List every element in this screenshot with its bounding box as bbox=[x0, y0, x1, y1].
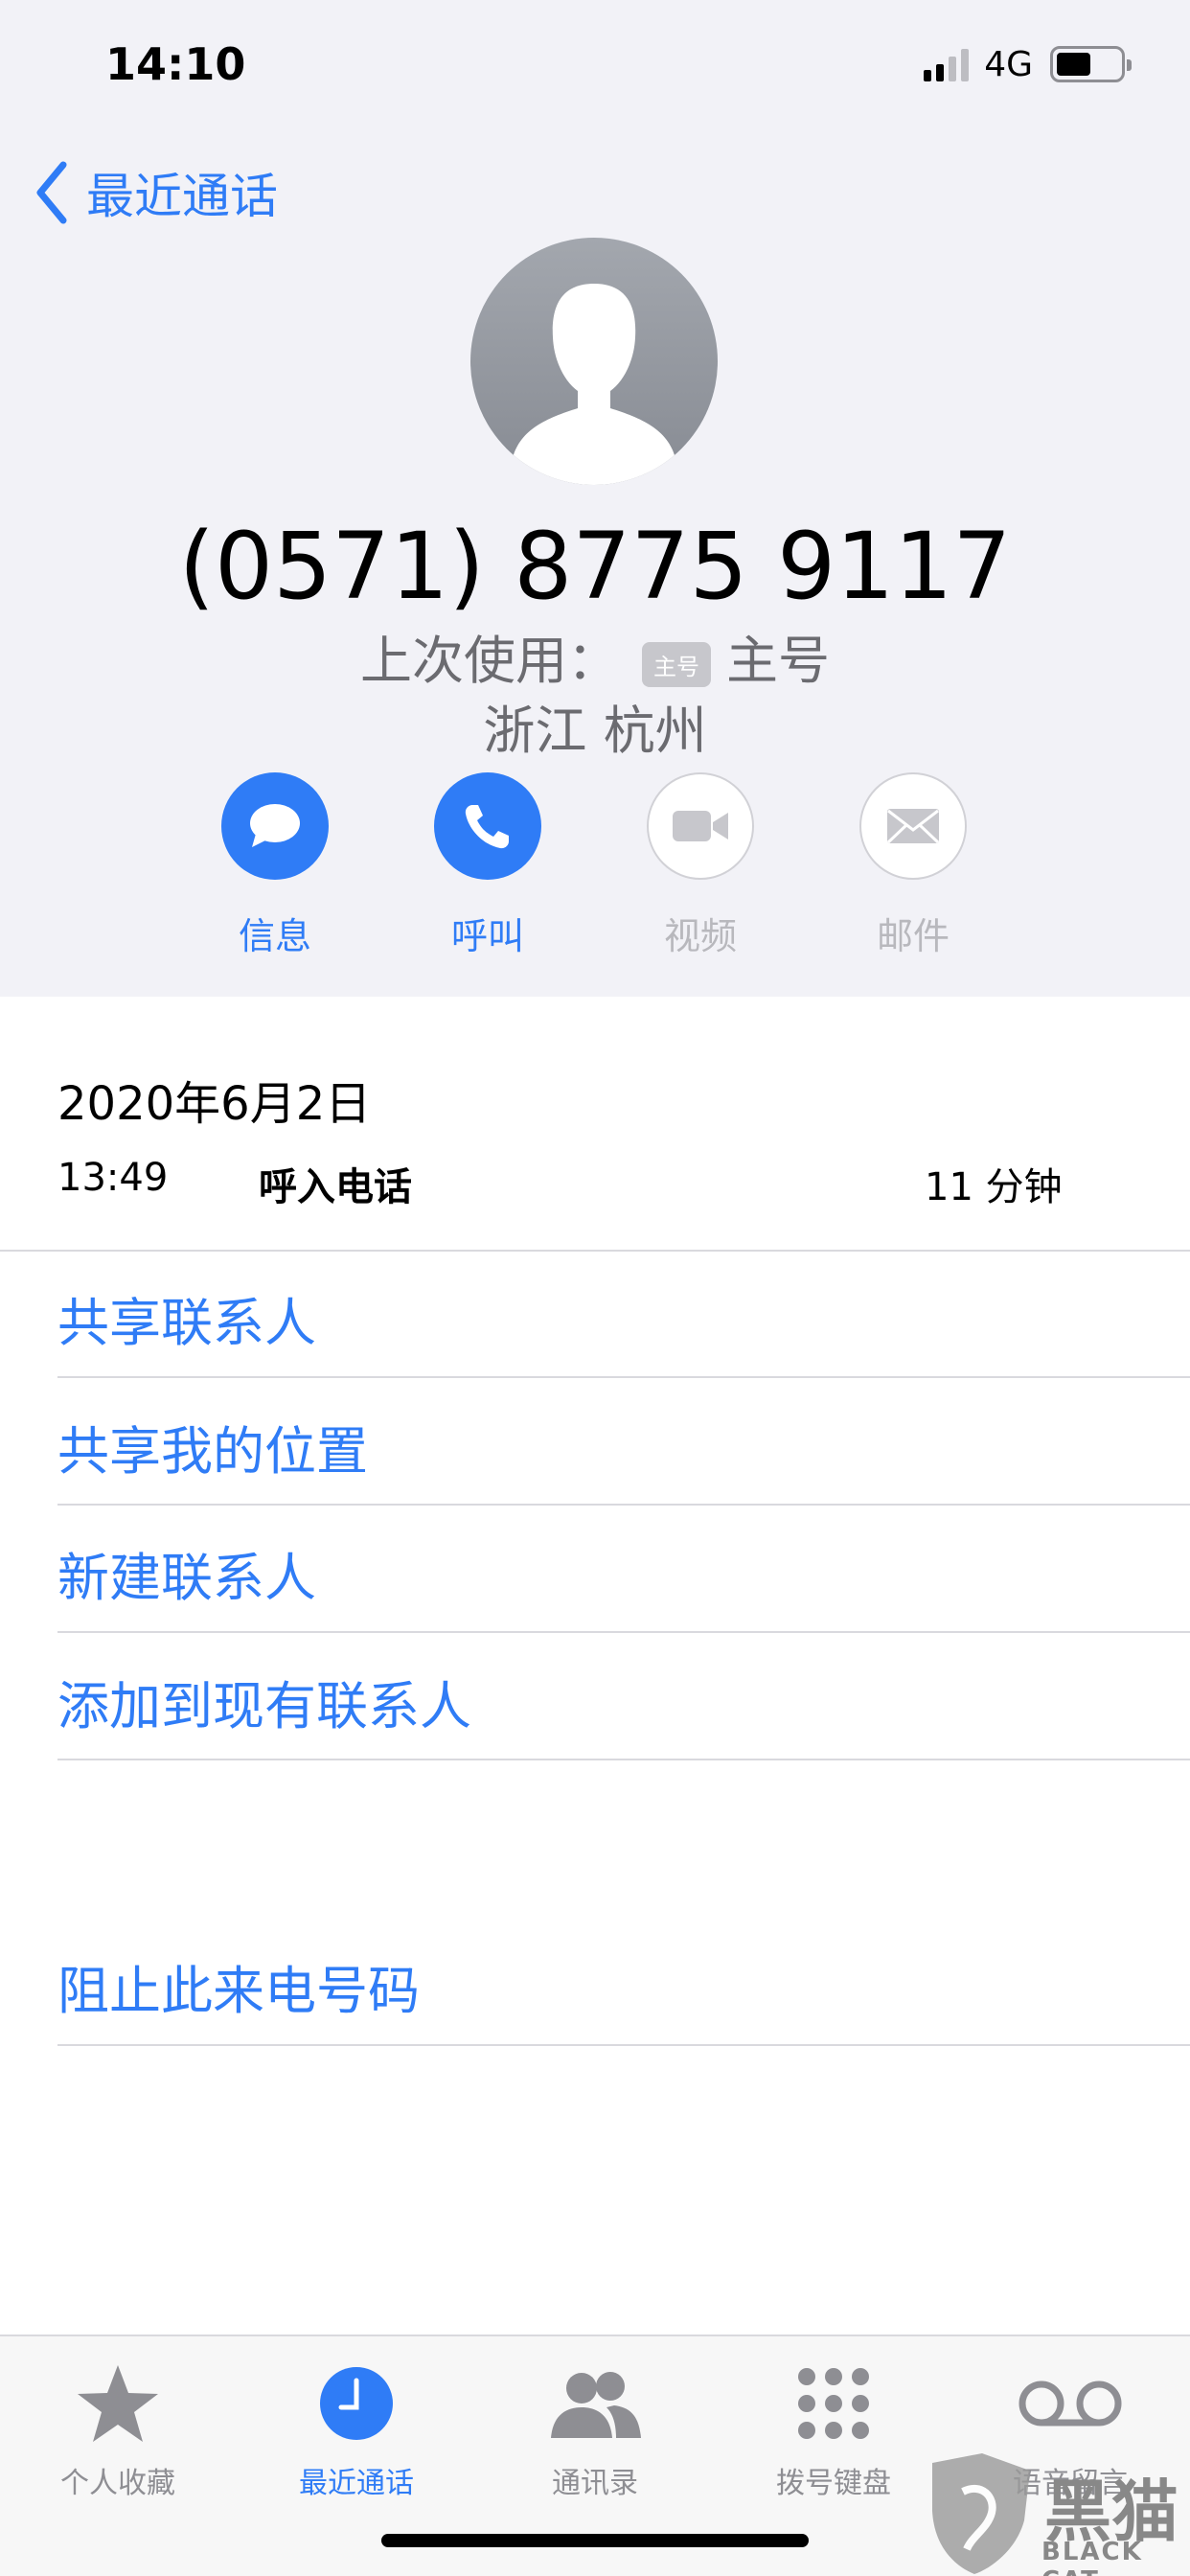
tab-recents[interactable]: 最近通话 bbox=[261, 2356, 452, 2501]
contact-header bbox=[0, 0, 1190, 997]
status-time: 14:10 bbox=[105, 38, 246, 90]
last-used-label: 上次使用： bbox=[360, 631, 619, 691]
tab-label: 最近通话 bbox=[299, 2467, 414, 2500]
divider bbox=[0, 1250, 1190, 1252]
line-badge: 主号 bbox=[642, 641, 711, 687]
clock-icon bbox=[320, 2367, 393, 2440]
call-button[interactable]: 呼叫 bbox=[434, 772, 541, 957]
call-label: 呼叫 bbox=[450, 915, 524, 957]
tab-label: 通讯录 bbox=[552, 2467, 638, 2500]
star-icon bbox=[78, 2365, 158, 2442]
add-to-existing-contact-link[interactable]: 添加到现有联系人 bbox=[57, 1664, 471, 1739]
message-button[interactable]: 信息 bbox=[221, 772, 329, 957]
phone-number: (0571) 8775 9117 bbox=[178, 513, 1012, 620]
line-name: 主号 bbox=[726, 631, 830, 691]
voicemail-icon bbox=[1018, 2380, 1122, 2426]
back-label: 最近通话 bbox=[86, 169, 278, 224]
tab-label: 个人收藏 bbox=[60, 2467, 175, 2500]
person-silhouette-icon bbox=[513, 284, 675, 485]
phone-location: 浙江 杭州 bbox=[483, 701, 707, 761]
call-duration: 11 分钟 bbox=[925, 1165, 1063, 1209]
video-button[interactable]: 视频 bbox=[647, 772, 754, 957]
battery-icon bbox=[1050, 46, 1132, 82]
contacts-icon bbox=[551, 2372, 641, 2438]
call-time: 13:49 bbox=[57, 1156, 169, 1200]
mail-button[interactable]: 邮件 bbox=[859, 772, 967, 957]
video-icon bbox=[673, 811, 728, 841]
divider bbox=[57, 1504, 1190, 1506]
last-used-line: 上次使用： 主号 主号 bbox=[0, 618, 1190, 694]
keypad-icon bbox=[798, 2368, 869, 2439]
tab-keypad[interactable]: 拨号键盘 bbox=[738, 2356, 929, 2501]
network-type: 4G bbox=[984, 44, 1033, 84]
message-icon bbox=[250, 804, 300, 847]
back-button[interactable]: 最近通话 bbox=[34, 158, 278, 227]
message-label: 信息 bbox=[238, 915, 311, 957]
phone-icon bbox=[465, 805, 509, 849]
status-indicators: 4G bbox=[924, 42, 1132, 86]
divider bbox=[57, 2044, 1190, 2046]
watermark-subtext: BLACK CAT bbox=[1041, 2538, 1143, 2576]
block-caller-link[interactable]: 阻止此来电号码 bbox=[57, 1948, 420, 2024]
mail-label: 邮件 bbox=[876, 915, 950, 957]
avatar bbox=[470, 238, 718, 485]
home-indicator[interactable] bbox=[381, 2534, 809, 2547]
mail-icon bbox=[886, 809, 940, 844]
divider bbox=[57, 1631, 1190, 1633]
video-label: 视频 bbox=[663, 915, 737, 957]
divider bbox=[57, 1376, 1190, 1378]
divider bbox=[57, 1759, 1190, 1760]
tab-label: 拨号键盘 bbox=[776, 2467, 891, 2500]
new-contact-link[interactable]: 新建联系人 bbox=[57, 1535, 316, 1611]
call-date: 2020年6月2日 bbox=[57, 1077, 372, 1131]
tab-contacts[interactable]: 通讯录 bbox=[499, 2356, 691, 2501]
chevron-left-icon bbox=[36, 161, 67, 224]
share-location-link[interactable]: 共享我的位置 bbox=[57, 1409, 368, 1484]
cellular-signal-icon bbox=[924, 47, 970, 81]
tab-favorites[interactable]: 个人收藏 bbox=[22, 2356, 214, 2501]
share-contact-link[interactable]: 共享联系人 bbox=[57, 1280, 316, 1356]
call-type: 呼入电话 bbox=[259, 1165, 412, 1209]
